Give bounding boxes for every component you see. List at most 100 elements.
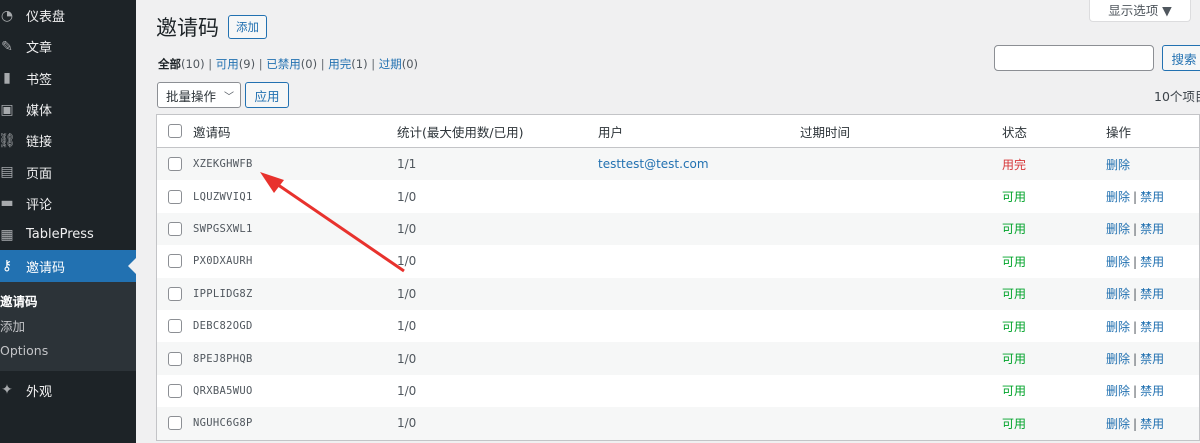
filter-separator: |: [317, 57, 329, 71]
row-checkbox[interactable]: [168, 416, 182, 431]
sidebar-item-2[interactable]: ▮ 书签: [0, 63, 136, 94]
table-row: NGUHC6G8P 1/0 可用 删除 | 禁用: [157, 407, 1199, 440]
sidebar-item-8[interactable]: ⚷ 邀请码: [0, 250, 136, 282]
status-badge: 可用: [1002, 287, 1027, 302]
disable-link[interactable]: 禁用: [1140, 384, 1164, 398]
status-badge: 可用: [1002, 254, 1027, 269]
filter-link-0[interactable]: 全部(10): [158, 57, 205, 71]
bulk-action-label: 批量操作: [166, 88, 217, 104]
action-separator: |: [1133, 254, 1138, 269]
table-row: 8PEJ8PHQB 1/0 可用 删除 | 禁用: [157, 342, 1199, 375]
disable-link[interactable]: 禁用: [1140, 417, 1164, 431]
dashboard-icon: ◔: [0, 7, 14, 24]
filter-link-3[interactable]: 用完(1): [328, 57, 367, 71]
row-actions: 删除 | 禁用: [1106, 220, 1164, 237]
delete-link[interactable]: 删除: [1106, 255, 1130, 269]
delete-link[interactable]: 删除: [1106, 352, 1130, 366]
status-badge: 可用: [1002, 384, 1027, 399]
usage-stats: 1/0: [397, 254, 417, 269]
submenu-item-2[interactable]: Options: [0, 338, 136, 363]
filter-count: (1): [351, 57, 368, 71]
filter-link-1[interactable]: 可用(9): [216, 57, 255, 71]
user-email[interactable]: testtest@test.com: [598, 157, 709, 171]
sidebar-item-label: 文章: [26, 41, 53, 57]
row-actions: 删除 | 禁用: [1106, 382, 1164, 399]
screen-options-button[interactable]: 显示选项 ▼: [1089, 0, 1191, 22]
items-count: 10个项目: [1154, 89, 1200, 104]
row-checkbox[interactable]: [168, 189, 182, 204]
sidebar-item-3[interactable]: ▣ 媒体: [0, 94, 136, 125]
filter-label: 过期: [378, 57, 402, 71]
sidebar-submenu: 邀请码 添加 Options: [0, 281, 136, 371]
sidebar-item-1[interactable]: ✎ 文章: [0, 31, 136, 62]
table-header-row: 邀请码 统计(最大使用数/已用) 用户 过期时间 状态 操作: [157, 115, 1199, 148]
delete-link[interactable]: 删除: [1106, 287, 1130, 301]
row-checkbox[interactable]: [168, 254, 182, 269]
page-title: 邀请码: [156, 16, 219, 40]
delete-link[interactable]: 删除: [1106, 384, 1130, 398]
filter-count: (0): [401, 57, 419, 71]
delete-link[interactable]: 删除: [1106, 158, 1130, 172]
apply-button[interactable]: 应用: [245, 82, 289, 108]
usage-stats: 1/0: [397, 319, 417, 334]
comment-icon: ▬: [0, 195, 14, 212]
row-actions: 删除: [1106, 156, 1130, 173]
status-badge: 可用: [1002, 352, 1027, 367]
table-row: QRXBA5WUO 1/0 可用 删除 | 禁用: [157, 375, 1199, 407]
disable-link[interactable]: 禁用: [1140, 287, 1164, 301]
row-checkbox[interactable]: [168, 157, 182, 172]
table-row: IPPLIDG8Z 1/0 可用 删除 | 禁用: [157, 277, 1199, 310]
disable-link[interactable]: 禁用: [1140, 222, 1164, 236]
table-icon: ▦: [0, 226, 14, 243]
disable-link[interactable]: 禁用: [1140, 320, 1164, 334]
bulk-action-select[interactable]: 批量操作 ﹀: [157, 82, 241, 108]
search-button[interactable]: 搜索: [1162, 45, 1200, 71]
select-all-checkbox[interactable]: [168, 124, 182, 138]
sidebar-item-6[interactable]: ▬ 评论: [0, 188, 136, 219]
invite-code: QRXBA5WUO: [193, 384, 253, 397]
row-checkbox[interactable]: [168, 383, 182, 398]
sidebar-item-5[interactable]: ▤ 页面: [0, 156, 136, 187]
row-checkbox[interactable]: [168, 319, 182, 334]
usage-stats: 1/0: [397, 189, 417, 204]
submenu-item-1[interactable]: 添加: [0, 313, 136, 338]
header-expiry: 过期时间: [800, 124, 851, 140]
action-separator: |: [1133, 416, 1138, 431]
usage-stats: 1/0: [397, 416, 417, 431]
sidebar-item-label: 页面: [26, 166, 53, 182]
delete-link[interactable]: 删除: [1106, 190, 1130, 204]
filter-link-4[interactable]: 过期(0): [379, 57, 418, 71]
sidebar-item-label: 仪表盘: [26, 10, 66, 26]
delete-link[interactable]: 删除: [1106, 320, 1130, 334]
action-separator: |: [1133, 287, 1138, 302]
sidebar-item-4[interactable]: ⛓ 链接: [0, 125, 136, 156]
delete-link[interactable]: 删除: [1106, 417, 1130, 431]
row-checkbox[interactable]: [168, 221, 182, 236]
table-row: LQUZWVIQ1 1/0 可用 删除 | 禁用: [157, 180, 1199, 212]
key-icon: ⚷: [1, 258, 13, 275]
row-checkbox[interactable]: [168, 286, 182, 301]
action-separator: |: [1133, 222, 1138, 237]
chevron-down-icon: ﹀: [224, 92, 234, 103]
usage-stats: 1/0: [397, 383, 417, 398]
disable-link[interactable]: 禁用: [1140, 190, 1164, 204]
sidebar-item-7[interactable]: ▦ TablePress: [0, 219, 136, 250]
add-new-button[interactable]: 添加: [228, 15, 267, 39]
disable-link[interactable]: 禁用: [1140, 352, 1164, 366]
filter-separator: |: [204, 57, 216, 71]
filter-link-2[interactable]: 已禁用(0): [266, 57, 317, 71]
delete-link[interactable]: 删除: [1106, 222, 1130, 236]
header-code[interactable]: 邀请码: [193, 122, 231, 141]
disable-link[interactable]: 禁用: [1140, 255, 1164, 269]
row-actions: 删除 | 禁用: [1106, 285, 1164, 302]
sidebar-item-appearance[interactable]: ✦ 外观: [0, 375, 136, 406]
row-checkbox[interactable]: [168, 351, 182, 366]
row-actions: 删除 | 禁用: [1106, 188, 1164, 205]
sidebar-item-0[interactable]: ◔ 仪表盘: [0, 0, 136, 31]
media-icon: ▣: [0, 101, 14, 118]
submenu-item-0[interactable]: 邀请码: [0, 288, 136, 313]
search-input[interactable]: [994, 45, 1154, 71]
header-actions: 操作: [1106, 124, 1132, 140]
filter-count: (10): [181, 57, 205, 71]
status-badge: 可用: [1002, 416, 1027, 431]
